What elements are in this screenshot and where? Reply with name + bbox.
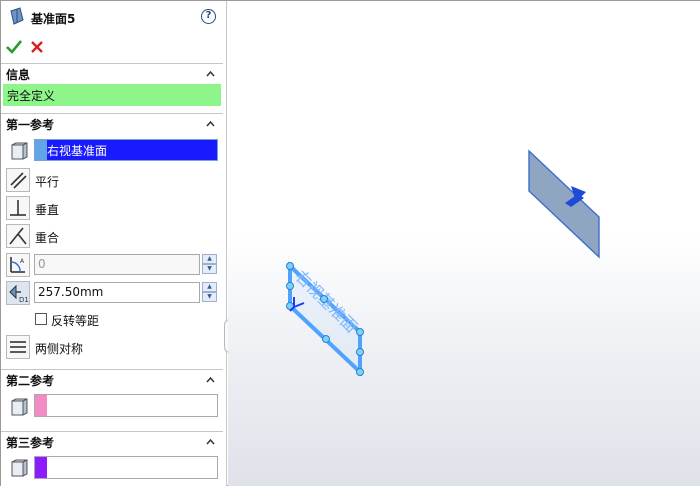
info-section-header[interactable]: 信息: [1, 63, 223, 83]
chevron-up-icon[interactable]: [206, 375, 215, 384]
plane-feature-icon: [10, 7, 24, 25]
svg-text:D1: D1: [19, 296, 29, 304]
svg-text:A: A: [20, 258, 25, 265]
second-ref-color-swatch: [35, 395, 47, 416]
panel-title: 基准面5: [31, 12, 76, 26]
angle-button[interactable]: A: [6, 253, 30, 277]
third-ref-section-header[interactable]: 第三参考: [1, 431, 223, 451]
offset-distance-button[interactable]: D1: [6, 281, 30, 305]
app-window: 基准面5 ? 信息 完全定义 第一参考 右视基准面 平行 垂直 重合 A 0 ▲…: [0, 0, 700, 486]
selection-color-swatch: [35, 140, 47, 160]
parallel-icon: [10, 172, 27, 189]
coincident-label: 重合: [35, 231, 60, 245]
parallel-button[interactable]: [6, 168, 30, 192]
angle-icon: A: [10, 257, 25, 273]
status-message: 完全定义: [3, 84, 221, 106]
coincident-icon: [9, 227, 27, 245]
reference-face-icon: [11, 398, 28, 416]
spinner-up-icon[interactable]: ▲: [202, 254, 217, 264]
parallel-label: 平行: [35, 175, 60, 189]
mid-plane-icon: [10, 341, 26, 353]
graphics-viewport[interactable]: 右视基准面: [228, 1, 700, 486]
perpendicular-label: 垂直: [35, 203, 60, 217]
property-manager: 基准面5 ? 信息 完全定义 第一参考 右视基准面 平行 垂直 重合 A 0 ▲…: [1, 1, 227, 486]
second-ref-header-label: 第二参考: [6, 374, 55, 388]
first-reference-value: 右视基准面: [47, 144, 108, 158]
offset-distance-icon: D1: [9, 284, 29, 304]
second-reference-selection[interactable]: [34, 394, 218, 417]
reference-plane[interactable]: 右视基准面: [286, 261, 364, 377]
info-header-label: 信息: [6, 68, 31, 82]
check-icon[interactable]: [6, 40, 22, 54]
close-icon[interactable]: [30, 40, 44, 54]
help-icon[interactable]: ?: [201, 9, 216, 24]
reference-face-icon: [11, 459, 28, 477]
flip-offset-checkbox[interactable]: [35, 313, 47, 325]
perpendicular-icon: [10, 200, 26, 216]
flip-offset-label: 反转等距: [51, 314, 100, 328]
perpendicular-button[interactable]: [6, 196, 30, 220]
third-ref-color-swatch: [35, 457, 47, 478]
chevron-up-icon[interactable]: [206, 119, 215, 128]
chevron-up-icon[interactable]: [206, 437, 215, 446]
third-reference-selection[interactable]: [34, 456, 218, 479]
first-reference-selection[interactable]: 右视基准面: [34, 139, 218, 161]
angle-input[interactable]: 0: [34, 254, 200, 275]
coincident-button[interactable]: [6, 224, 30, 248]
angle-spinner[interactable]: ▲ ▼: [202, 254, 217, 275]
spinner-down-icon[interactable]: ▼: [202, 264, 217, 274]
first-ref-header-label: 第一参考: [6, 118, 55, 132]
offset-distance-input[interactable]: 257.50mm: [34, 282, 200, 303]
mid-plane-button[interactable]: [6, 335, 30, 359]
distance-spinner[interactable]: ▲ ▼: [202, 282, 217, 303]
reference-face-icon: [11, 142, 28, 160]
first-ref-section-header[interactable]: 第一参考: [1, 113, 223, 133]
chevron-up-icon[interactable]: [206, 69, 215, 78]
new-plane-preview[interactable]: [528, 149, 600, 259]
spinner-down-icon[interactable]: ▼: [202, 292, 217, 302]
third-ref-header-label: 第三参考: [6, 436, 55, 450]
mid-plane-label: 两侧对称: [35, 342, 84, 356]
spinner-up-icon[interactable]: ▲: [202, 282, 217, 292]
viewport-canvas: 右视基准面: [286, 149, 600, 377]
second-ref-section-header[interactable]: 第二参考: [1, 369, 223, 389]
